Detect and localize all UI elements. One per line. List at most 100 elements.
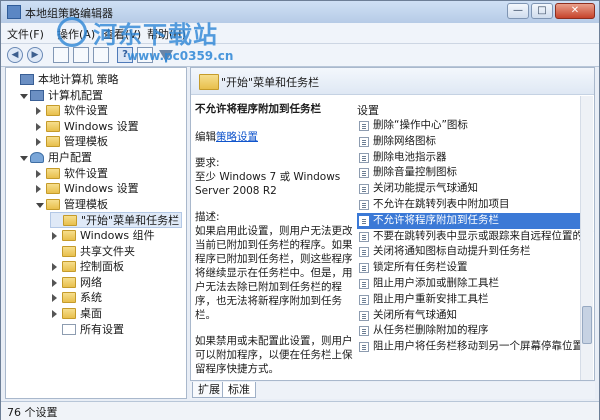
vertical-scrollbar[interactable] <box>580 96 593 380</box>
policy-tree[interactable]: 本地计算机 策略 计算机配置 软件设置 Windows 设置 管理模板 用户配置 软件设置 W… <box>5 67 187 399</box>
setting-row[interactable]: 不要在跳转列表中显示或跟踪来自远程位置的项目 <box>357 229 594 245</box>
tree-node-label: 软件设置 <box>64 166 108 180</box>
setting-row[interactable]: 删除网络图标 <box>357 134 583 150</box>
edit-prefix: 编辑 <box>195 131 216 143</box>
close-button[interactable]: ✕ <box>555 3 595 19</box>
window-title: 本地组策略编辑器 <box>25 7 113 20</box>
policy-setting-icon <box>359 231 369 242</box>
policy-setting-icon <box>359 247 369 258</box>
export-list-icon[interactable] <box>93 47 109 63</box>
menu-file[interactable]: 文件(F) <box>7 26 44 42</box>
expand-arrow-icon[interactable] <box>52 232 57 240</box>
minimize-button[interactable]: — <box>507 3 529 19</box>
tree-node-label: 所有设置 <box>80 322 124 336</box>
properties-icon[interactable] <box>73 47 89 63</box>
policy-setting-icon <box>359 278 369 289</box>
policy-setting-icon <box>359 184 369 195</box>
edit-policy-link[interactable]: 策略设置 <box>216 131 258 143</box>
scrollbar-thumb[interactable] <box>582 306 592 344</box>
policy-setting-icon <box>359 294 369 305</box>
user-icon <box>30 152 44 163</box>
setting-label: 从任务栏删除附加的程序 <box>373 324 489 337</box>
setting-label: 删除“操作中心”图标 <box>373 119 468 131</box>
expand-arrow-icon[interactable] <box>36 138 41 147</box>
setting-label: 关闭功能提示气球通知 <box>373 182 478 195</box>
description-text: 如果启用此设置，则用户无法更改当前已附加到任务栏的程序。如果程序已附加到任务栏，… <box>195 225 353 321</box>
tree-node-label: 计算机配置 <box>48 88 103 102</box>
tab-extended[interactable]: 扩展 <box>192 382 226 398</box>
setting-row[interactable]: 删除音量控制图标 <box>357 165 583 181</box>
folder-icon <box>62 308 76 319</box>
folder-icon <box>46 198 60 210</box>
folder-icon <box>62 292 76 304</box>
setting-label: 阻止用户将任务栏移动到另一个屏幕停靠位置 <box>373 340 583 353</box>
back-icon[interactable]: ◀ <box>7 47 23 63</box>
expand-arrow-icon[interactable] <box>52 278 57 287</box>
setting-row[interactable]: 阻止用户重新安排工具栏 <box>357 292 583 308</box>
tree-node-label: 网络 <box>80 275 102 289</box>
view-icon[interactable] <box>137 47 153 63</box>
expand-arrow-icon[interactable] <box>52 263 57 272</box>
show-hide-tree-icon[interactable] <box>53 47 69 63</box>
expand-arrow-icon[interactable] <box>52 294 57 303</box>
description-label: 描述: <box>195 211 220 223</box>
status-text: 76 个设置 <box>7 406 58 419</box>
view-tabs: 扩展 标准 <box>190 382 595 399</box>
policy-setting-icon <box>359 168 369 179</box>
description-panel: 不允许将程序附加到任务栏 编辑策略设置 要求: 至少 Windows 7 或 Wi… <box>195 102 353 380</box>
collapse-arrow-icon[interactable] <box>36 202 44 208</box>
setting-row[interactable]: 从任务栏删除附加的程序 <box>357 323 583 339</box>
toolbar: ◀ ▶ ? <box>1 44 599 67</box>
tab-standard[interactable]: 标准 <box>222 382 256 398</box>
setting-row[interactable]: 关闭功能提示气球通知 <box>357 181 583 197</box>
setting-row[interactable]: 关闭将通知图标自动提升到任务栏 <box>357 244 583 260</box>
requirements-label: 要求: <box>195 157 220 169</box>
setting-row[interactable]: 删除“操作中心”图标 <box>357 118 583 134</box>
setting-row[interactable]: 不允许将程序附加到任务栏 <box>357 212 583 229</box>
tree-node-label: 控制面板 <box>80 260 124 274</box>
maximize-button[interactable]: □ <box>531 3 553 19</box>
setting-row[interactable]: 不允许在跳转列表中附加项目 <box>357 197 583 213</box>
filter-icon[interactable] <box>159 50 173 62</box>
tree-node-label: "开始"菜单和任务栏 <box>81 214 180 228</box>
expand-arrow-icon[interactable] <box>36 122 41 131</box>
computer-icon <box>20 74 34 85</box>
expand-arrow-icon[interactable] <box>36 185 41 194</box>
setting-row[interactable]: 锁定所有任务栏设置 <box>357 260 583 276</box>
setting-label: 删除电池指示器 <box>373 150 447 163</box>
expand-arrow-icon[interactable] <box>36 169 41 178</box>
requirements-text: 至少 Windows 7 或 Windows Server 2008 R2 <box>195 171 341 197</box>
setting-label: 删除网络图标 <box>373 134 436 147</box>
tree-node-label: 管理模板 <box>64 197 108 211</box>
menu-view[interactable]: 查看(V) <box>103 26 141 42</box>
folder-icon <box>62 230 76 241</box>
folder-icon <box>46 136 60 148</box>
setting-row[interactable]: 阻止用户将任务栏移动到另一个屏幕停靠位置 <box>357 339 583 355</box>
folder-icon <box>62 276 76 288</box>
collapse-arrow-icon[interactable] <box>20 156 28 161</box>
menu-action[interactable]: 操作(A) <box>57 26 95 42</box>
forward-icon[interactable]: ▶ <box>27 47 43 63</box>
policy-setting-icon <box>359 215 369 226</box>
tree-node-label: Windows 设置 <box>64 119 139 133</box>
settings-list[interactable]: 删除“操作中心”图标 删除网络图标 删除电池指示器删除音量控制图标 关闭功能提示气球通… <box>357 118 594 355</box>
content-pane: "开始"菜单和任务栏 不允许将程序附加到任务栏 编辑策略设置 要求: 至少 Win… <box>190 67 595 381</box>
settings-column-header[interactable]: 设置 <box>357 102 577 117</box>
setting-label: 不要在跳转列表中显示或跟踪来自远程位置的项目 <box>373 229 595 242</box>
expand-arrow-icon[interactable] <box>52 310 57 318</box>
expand-arrow-icon[interactable] <box>36 107 41 116</box>
collapse-arrow-icon[interactable] <box>20 93 28 99</box>
menu-help[interactable]: 帮助(H) <box>147 26 186 42</box>
policy-setting-icon <box>359 310 369 321</box>
setting-row[interactable]: 关闭所有气球通知 <box>357 308 583 324</box>
setting-label: 锁定所有任务栏设置 <box>373 261 468 274</box>
tree-node-label: 软件设置 <box>64 104 108 118</box>
help-icon[interactable]: ? <box>117 47 133 63</box>
folder-icon <box>46 183 60 195</box>
setting-row[interactable]: 删除电池指示器 <box>357 150 583 166</box>
description-title: 不允许将程序附加到任务栏 <box>195 103 321 115</box>
tree-node-label: 共享文件夹 <box>80 244 135 258</box>
tree-node[interactable]: "开始"菜单和任务栏 <box>50 212 182 229</box>
setting-row[interactable]: 阻止用户添加或删除工具栏 <box>357 276 583 292</box>
status-bar: 76 个设置 <box>1 401 599 420</box>
